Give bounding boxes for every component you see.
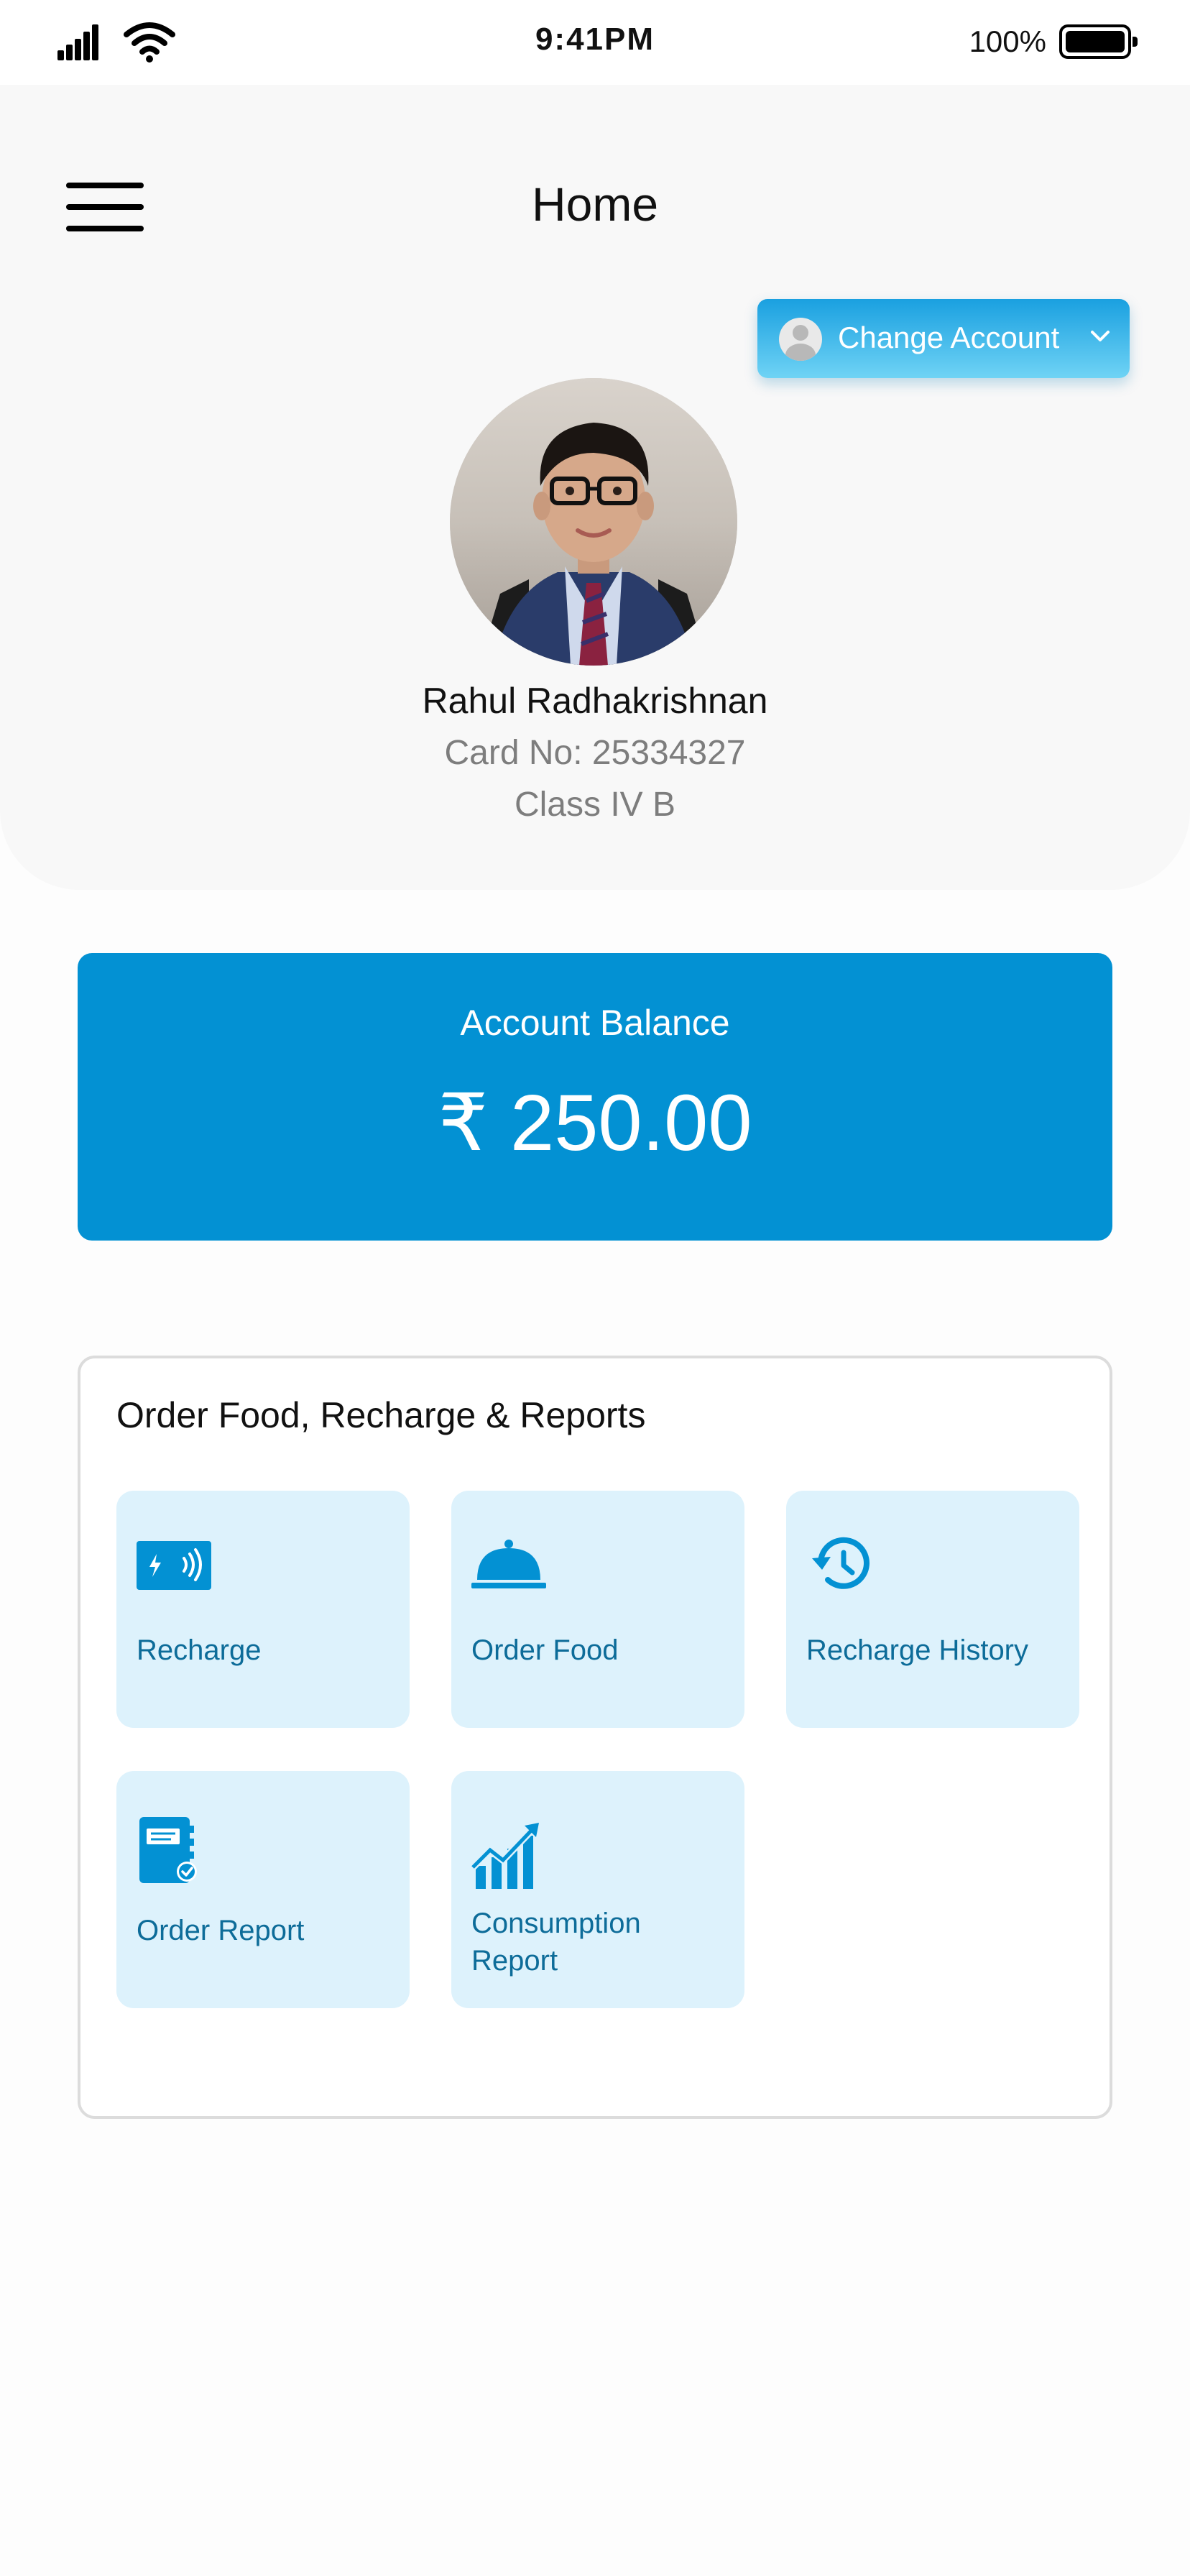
chevron-down-icon bbox=[1091, 331, 1110, 341]
recharge-history-tile[interactable]: Recharge History bbox=[786, 1491, 1079, 1728]
report-notebook-icon bbox=[139, 1817, 197, 1883]
status-bar: 9:41PM 100% bbox=[0, 0, 1190, 85]
balance-value: ₹ 250.00 bbox=[438, 1079, 752, 1167]
services-section: Order Food, Recharge & Reports Recharge … bbox=[78, 1356, 1112, 2119]
order-food-label: Order Food bbox=[471, 1634, 619, 1666]
user-avatar-icon bbox=[779, 318, 822, 361]
student-class: Class IV B bbox=[514, 786, 676, 824]
history-clock-icon bbox=[812, 1537, 870, 1589]
battery-icon bbox=[1059, 24, 1138, 59]
recharge-label: Recharge bbox=[137, 1634, 262, 1666]
student-name: Rahul Radhakrishnan bbox=[422, 681, 768, 721]
student-avatar bbox=[450, 378, 737, 666]
balance-label: Account Balance bbox=[460, 1003, 730, 1043]
page-title: Home bbox=[531, 178, 659, 231]
recharge-history-label: Recharge History bbox=[806, 1634, 1029, 1666]
consumption-report-tile[interactable]: Consumption Report bbox=[451, 1771, 744, 2008]
change-account-label: Change Account bbox=[838, 321, 1060, 354]
account-balance-card: Account Balance ₹ 250.00 bbox=[78, 953, 1112, 1241]
consumption-report-label: Consumption Report bbox=[471, 1908, 641, 1977]
card-number: Card No: 25334327 bbox=[444, 734, 746, 772]
change-account-button[interactable]: Change Account bbox=[757, 299, 1130, 378]
order-food-tile[interactable]: Order Food bbox=[451, 1491, 744, 1728]
services-title: Order Food, Recharge & Reports bbox=[116, 1395, 646, 1435]
order-report-label: Order Report bbox=[137, 1915, 305, 1946]
food-cloche-icon bbox=[471, 1540, 546, 1588]
order-report-tile[interactable]: Order Report bbox=[116, 1771, 410, 2008]
battery-percent: 100% bbox=[969, 24, 1046, 58]
recharge-tile[interactable]: Recharge bbox=[116, 1491, 410, 1728]
wallet-charge-icon bbox=[137, 1541, 211, 1590]
growth-chart-icon bbox=[471, 1823, 539, 1889]
